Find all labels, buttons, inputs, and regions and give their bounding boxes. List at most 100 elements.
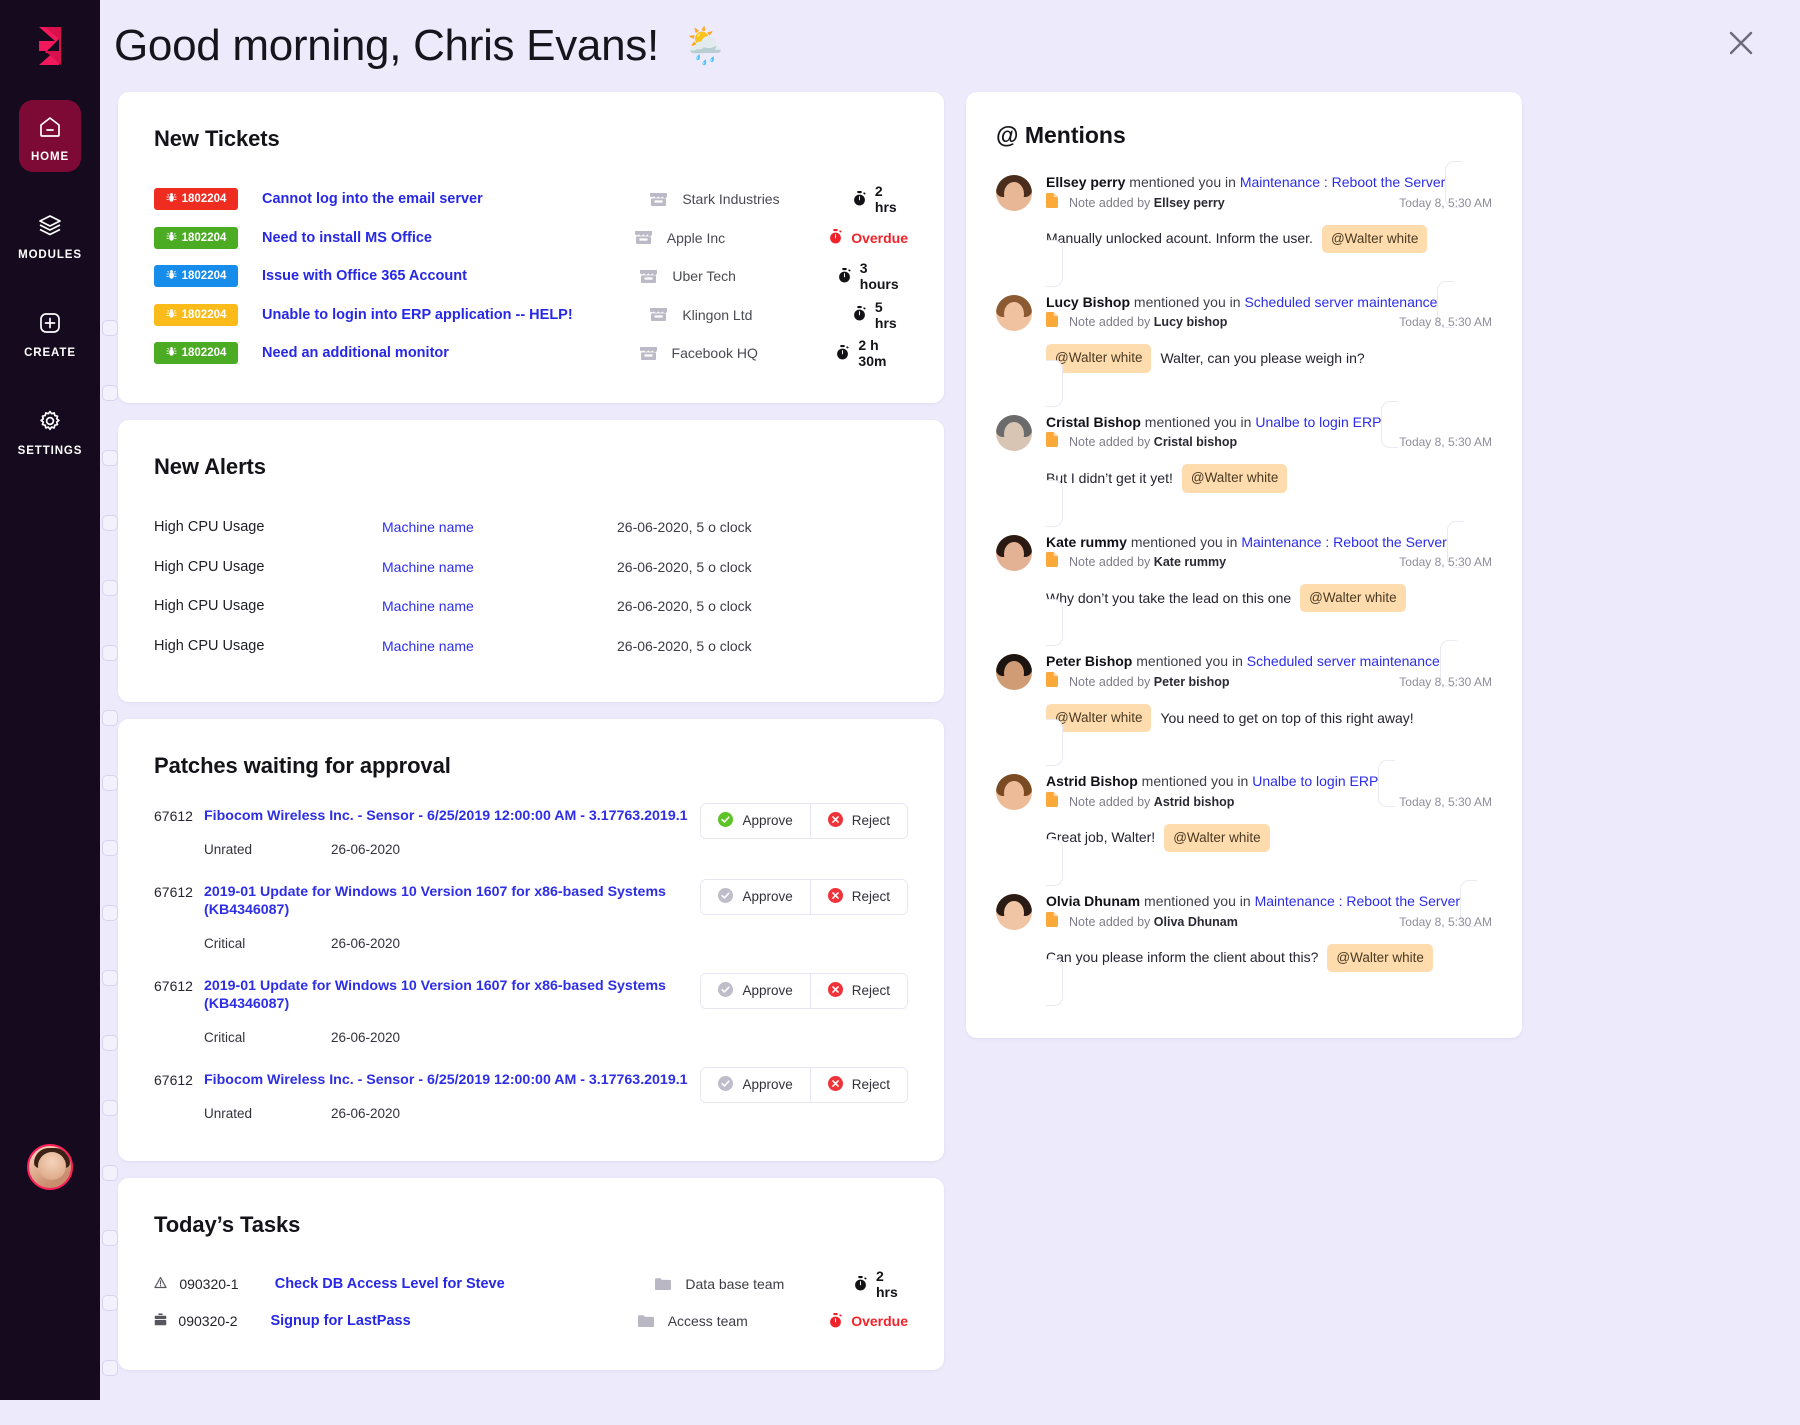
avatar[interactable] bbox=[996, 894, 1032, 931]
note-file-icon bbox=[1046, 192, 1069, 213]
patch-title-link[interactable]: Fibocom Wireless Inc. - Sensor - 6/25/20… bbox=[204, 808, 688, 824]
mention-person-name: Peter Bishop bbox=[1046, 653, 1133, 670]
patch-title-link[interactable]: Fibocom Wireless Inc. - Sensor - 6/25/20… bbox=[204, 1072, 688, 1088]
mention-tag[interactable]: @Walter white bbox=[1164, 823, 1270, 853]
shop-icon bbox=[639, 346, 658, 361]
note-body: @Walter white You need to get on top of t… bbox=[1046, 703, 1492, 733]
ticket-row[interactable]: 1802204 Need to install MS Office Apple … bbox=[154, 219, 908, 258]
mention-verb: mentioned you in bbox=[1129, 174, 1240, 190]
approve-button[interactable]: Approve bbox=[701, 1067, 810, 1102]
alert-machine-link[interactable]: Machine name bbox=[382, 598, 617, 614]
patch-row: 67612 Fibocom Wireless Inc. - Sensor - 6… bbox=[154, 802, 908, 857]
ticket-id-badge[interactable]: 1802204 bbox=[154, 303, 238, 326]
note-header: Note added by Cristal bishop Today 8, 5:… bbox=[1046, 432, 1492, 452]
note-file-icon bbox=[1046, 671, 1069, 692]
mentions-list: Ellsey perry mentioned you in Maintenanc… bbox=[996, 161, 1492, 1006]
note-timestamp: Today 8, 5:30 AM bbox=[1399, 195, 1492, 210]
task-due-time: 2 hrs bbox=[854, 1268, 908, 1300]
ticket-id-label: 1802204 bbox=[181, 308, 227, 321]
ticket-row[interactable]: 1802204 Cannot log into the email server… bbox=[154, 180, 908, 219]
close-icon[interactable] bbox=[1720, 22, 1762, 64]
sidebar-item-modules[interactable]: MODULES bbox=[18, 198, 81, 270]
ticket-id-badge[interactable]: 1802204 bbox=[154, 265, 238, 288]
mention-tag[interactable]: @Walter white bbox=[1321, 224, 1428, 253]
avatar[interactable] bbox=[996, 294, 1032, 331]
mention-ticket-link[interactable]: Unalbe to login ERP bbox=[1255, 414, 1381, 430]
alert-machine-link[interactable]: Machine name bbox=[382, 638, 617, 654]
mention-tag[interactable]: @Walter white bbox=[1181, 464, 1288, 493]
mention-ticket-link[interactable]: Maintenance : Reboot the Server bbox=[1241, 534, 1446, 550]
ticket-subject-link[interactable]: Need an additional monitor bbox=[262, 345, 639, 361]
user-avatar[interactable] bbox=[27, 1144, 73, 1190]
note-body-text: You need to get on top of this right awa… bbox=[1160, 709, 1414, 726]
ticket-subject-link[interactable]: Need to install MS Office bbox=[262, 230, 634, 246]
mention-ticket-link[interactable]: Scheduled server maintenance bbox=[1247, 653, 1440, 669]
mention-tag[interactable]: @Walter white bbox=[1046, 703, 1152, 733]
task-due-time: Overdue bbox=[829, 1312, 908, 1330]
patch-actions: Approve Reject bbox=[700, 972, 908, 1009]
task-id: 090320-1 bbox=[179, 1276, 239, 1292]
avatar[interactable] bbox=[996, 175, 1032, 211]
note-author: Note added by Astrid bishop bbox=[1069, 794, 1235, 809]
alert-machine-link[interactable]: Machine name bbox=[382, 559, 617, 575]
ticket-subject-link[interactable]: Cannot log into the email server bbox=[262, 191, 649, 207]
alert-name: High CPU Usage bbox=[154, 598, 265, 615]
reject-button[interactable]: Reject bbox=[809, 879, 907, 914]
avatar[interactable] bbox=[996, 534, 1032, 571]
reject-button[interactable]: Reject bbox=[809, 803, 907, 838]
task-row[interactable]: 090320-1 Check DB Access Level for Steve… bbox=[154, 1266, 908, 1303]
sidebar-item-create[interactable]: CREATE bbox=[19, 296, 81, 368]
sidebar-item-settings[interactable]: SETTINGS bbox=[18, 394, 81, 466]
shop-icon bbox=[649, 192, 668, 207]
mention-ticket-link[interactable]: Maintenance : Reboot the Server bbox=[1255, 893, 1460, 909]
approve-label: Approve bbox=[742, 813, 793, 828]
ticket-row[interactable]: 1802204 Need an additional monitor Faceb… bbox=[154, 334, 908, 373]
mention-tag[interactable]: @Walter white bbox=[1046, 344, 1152, 373]
mention-item: Astrid Bishop mentioned you in Unalbe to… bbox=[996, 760, 1492, 887]
mention-item: Cristal Bishop mentioned you in Unalbe t… bbox=[996, 400, 1492, 527]
approve-label: Approve bbox=[742, 1077, 793, 1092]
ticket-company-label: Uber Tech bbox=[672, 268, 736, 285]
patch-title-link[interactable]: 2019-01 Update for Windows 10 Version 16… bbox=[204, 978, 666, 1012]
reject-button[interactable]: Reject bbox=[809, 973, 907, 1008]
ticket-row[interactable]: 1802204 Issue with Office 365 Account Ub… bbox=[154, 257, 908, 296]
task-title-link[interactable]: Signup for LastPass bbox=[270, 1313, 636, 1329]
mentions-title: @ Mentions bbox=[996, 122, 1126, 148]
ticket-id-badge[interactable]: 1802204 bbox=[154, 188, 238, 211]
patch-info: 2019-01 Update for Windows 10 Version 16… bbox=[204, 883, 700, 951]
approve-button[interactable]: Approve bbox=[701, 973, 810, 1008]
mention-ticket-link[interactable]: Maintenance : Reboot the Server bbox=[1240, 174, 1445, 190]
avatar[interactable] bbox=[996, 774, 1032, 811]
check-circle-icon bbox=[718, 811, 734, 830]
app-logo-icon[interactable] bbox=[22, 18, 78, 74]
note-author: Note added by Peter bishop bbox=[1069, 674, 1230, 689]
check-circle-icon bbox=[718, 981, 734, 1000]
sidebar-item-home[interactable]: HOME bbox=[19, 100, 81, 172]
reject-button[interactable]: Reject bbox=[809, 1067, 907, 1102]
ticket-id-badge[interactable]: 1802204 bbox=[154, 342, 238, 365]
note-body-text: But I didn’t get it yet! bbox=[1046, 469, 1173, 486]
ticket-subject-link[interactable]: Issue with Office 365 Account bbox=[262, 268, 639, 284]
mention-ticket-link[interactable]: Unalbe to login ERP bbox=[1252, 773, 1378, 789]
ticket-row[interactable]: 1802204 Unable to login into ERP applica… bbox=[154, 296, 908, 335]
approve-button[interactable]: Approve bbox=[701, 803, 810, 838]
patch-info: 2019-01 Update for Windows 10 Version 16… bbox=[204, 977, 700, 1045]
mention-tag[interactable]: @Walter white bbox=[1327, 943, 1433, 972]
mention-ticket-link[interactable]: Scheduled server maintenance bbox=[1244, 294, 1437, 310]
avatar[interactable] bbox=[996, 414, 1032, 451]
patch-row: 67612 2019-01 Update for Windows 10 Vers… bbox=[154, 972, 908, 1045]
approve-button[interactable]: Approve bbox=[701, 879, 810, 914]
ticket-subject-link[interactable]: Unable to login into ERP application -- … bbox=[262, 307, 649, 323]
alert-machine-link[interactable]: Machine name bbox=[382, 519, 617, 535]
ticket-id-label: 1802204 bbox=[181, 193, 227, 206]
task-title-link[interactable]: Check DB Access Level for Steve bbox=[275, 1276, 655, 1292]
ticket-due-time: 2 hrs bbox=[853, 183, 908, 215]
ticket-id-label: 1802204 bbox=[181, 231, 227, 244]
ticket-id-badge[interactable]: 1802204 bbox=[154, 226, 238, 249]
note-body-text: Great job, Walter! bbox=[1046, 829, 1156, 846]
task-row[interactable]: 090320-2 Signup for LastPass Access team… bbox=[154, 1303, 908, 1340]
mention-headline: Peter Bishop mentioned you in Scheduled … bbox=[1046, 653, 1440, 669]
avatar[interactable] bbox=[996, 654, 1032, 691]
patch-title-link[interactable]: 2019-01 Update for Windows 10 Version 16… bbox=[204, 884, 666, 918]
mention-tag[interactable]: @Walter white bbox=[1300, 584, 1406, 613]
